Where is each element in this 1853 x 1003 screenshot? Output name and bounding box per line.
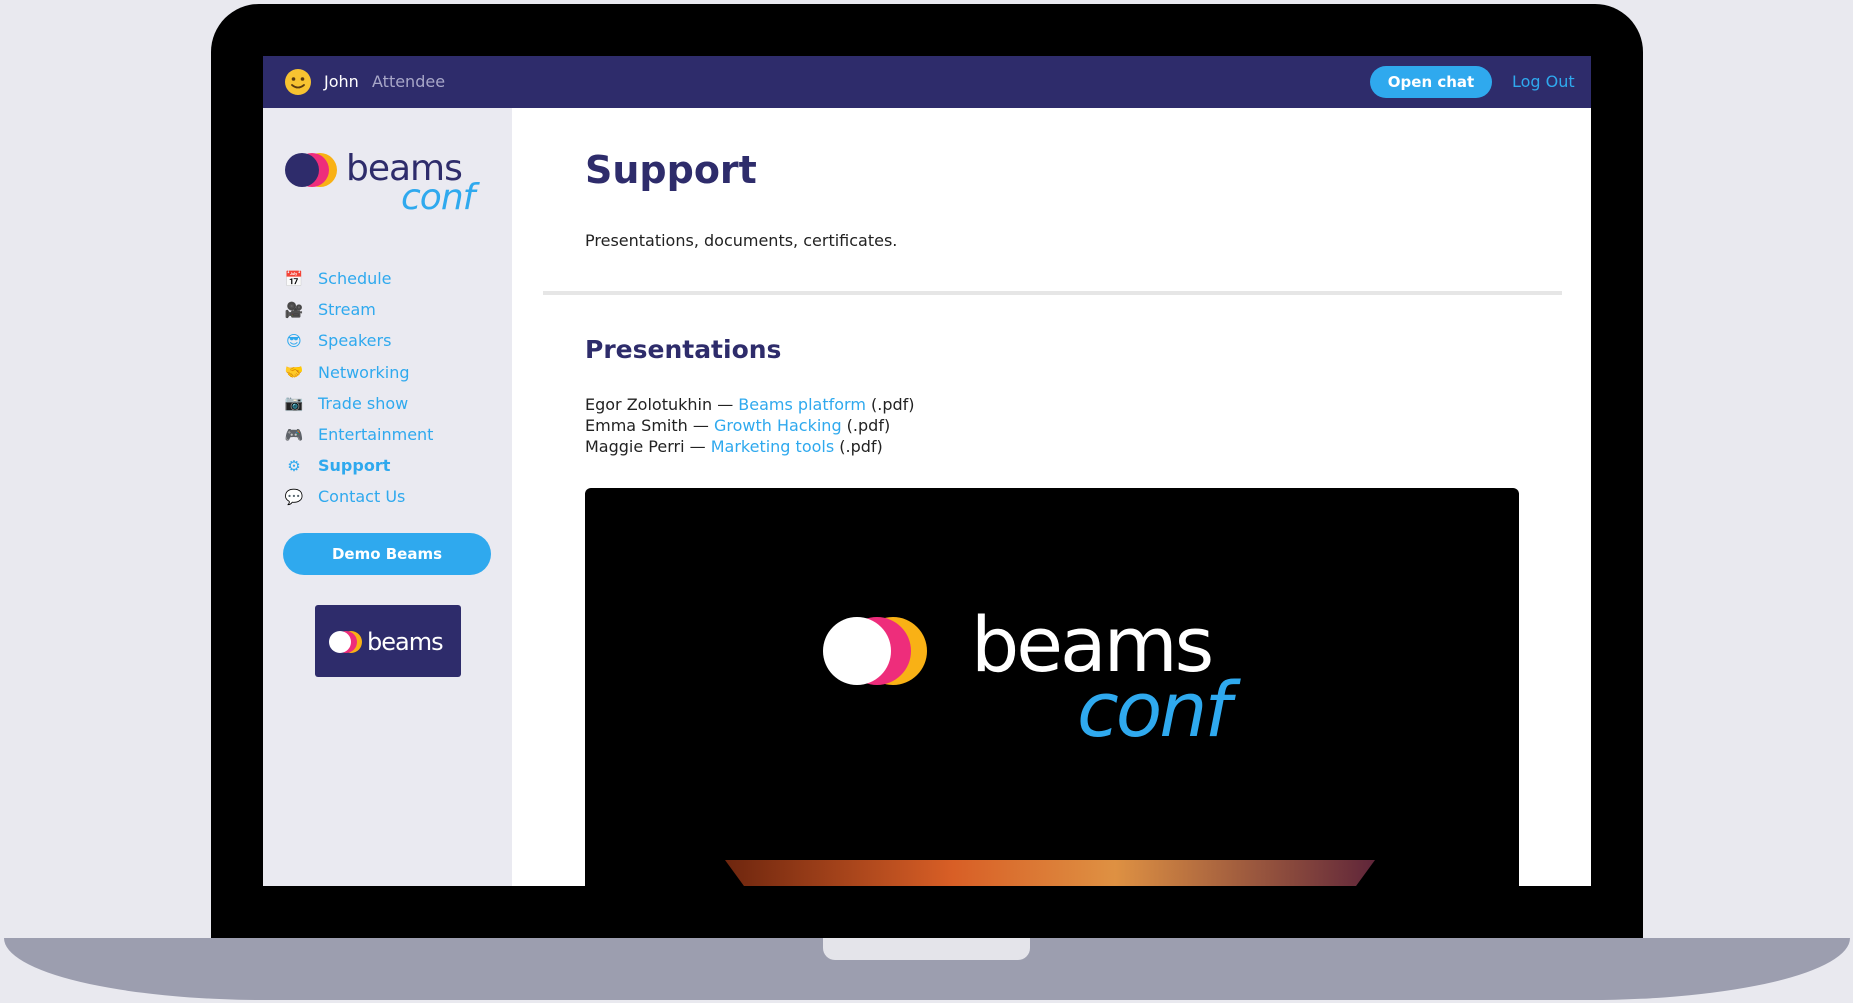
presentation-author: Emma Smith (585, 416, 688, 435)
sidebar-item-label: Entertainment (318, 425, 434, 445)
user-role: Attendee (372, 72, 446, 91)
sidebar-item-label: Contact Us (318, 487, 406, 507)
presentation-author: Egor Zolotukhin (585, 395, 713, 414)
video-camera-icon: 🎥 (284, 300, 304, 319)
sidebar: beams conf 📅 Schedule 🎥 Stream 😎 Speaker… (263, 108, 512, 886)
sidebar-item-label: Trade show (318, 393, 409, 413)
top-bar: John Attendee Open chat Log Out (263, 56, 1591, 108)
presentation-format: (.pdf) (841, 416, 891, 435)
list-item: Maggie Perri — Marketing tools (.pdf) (585, 436, 915, 457)
presentation-separator: — (712, 395, 739, 414)
video-logo-secondary: conf (1077, 665, 1241, 754)
video-frame: beams conf (725, 600, 1375, 886)
presentation-separator: — (687, 416, 714, 435)
handshake-icon: 🤝 (284, 363, 304, 382)
list-item: Egor Zolotukhin — Beams platform (.pdf) (585, 394, 915, 415)
logo-secondary-text: conf (401, 177, 481, 212)
sidebar-item-support[interactable]: ⚙ Support (283, 450, 433, 481)
demo-beams-button[interactable]: Demo Beams (283, 533, 491, 575)
open-chat-button[interactable]: Open chat (1370, 66, 1492, 98)
sidebar-item-contact-us[interactable]: 💬 Contact Us (283, 481, 433, 512)
main-content: Support Presentations, documents, certif… (512, 108, 1591, 886)
presentation-link[interactable]: Growth Hacking (714, 416, 842, 435)
sidebar-item-label: Speakers (318, 331, 392, 351)
beams-conf-logo[interactable]: beams conf (283, 146, 493, 212)
presentation-link[interactable]: Marketing tools (711, 437, 834, 456)
sidebar-item-schedule[interactable]: 📅 Schedule (283, 263, 433, 294)
gamepad-icon: 🎮 (284, 425, 304, 444)
presentations-heading: Presentations (585, 335, 782, 364)
sidebar-item-networking[interactable]: 🤝 Networking (283, 357, 433, 388)
gear-icon: ⚙ (287, 456, 301, 475)
sidebar-item-label: Support (318, 456, 391, 476)
sidebar-item-trade-show[interactable]: 📷 Trade show (283, 388, 433, 419)
speech-bubble-icon: 💬 (284, 487, 304, 506)
video-glow-strip (725, 860, 1375, 886)
sidebar-item-label: Schedule (318, 269, 392, 289)
app-screen: John Attendee Open chat Log Out beams co… (263, 56, 1591, 886)
list-item: Emma Smith — Growth Hacking (.pdf) (585, 415, 915, 436)
badge-text: beams (367, 628, 443, 656)
camera-icon: 📷 (284, 394, 304, 413)
beams-badge-logo: beams (329, 628, 444, 656)
presentation-author: Maggie Perri (585, 437, 685, 456)
beams-brand-badge[interactable]: beams (315, 605, 461, 677)
sidebar-item-speakers[interactable]: 😎 Speakers (283, 325, 433, 356)
sunglasses-face-icon: 😎 (286, 331, 302, 350)
sidebar-item-entertainment[interactable]: 🎮 Entertainment (283, 419, 434, 450)
page-title: Support (585, 148, 757, 192)
logout-link[interactable]: Log Out (1512, 72, 1575, 91)
presentation-video-player[interactable]: beams conf (585, 488, 1519, 886)
user-name: John (324, 72, 359, 91)
presentation-format: (.pdf) (865, 395, 915, 414)
sidebar-item-label: Stream (318, 300, 376, 320)
laptop-notch (823, 938, 1030, 960)
presentations-list: Egor Zolotukhin — Beams platform (.pdf) … (585, 394, 915, 457)
sidebar-nav: 📅 Schedule 🎥 Stream 😎 Speakers 🤝 Network… (283, 263, 434, 513)
presentation-link[interactable]: Beams platform (738, 395, 866, 414)
calendar-icon: 📅 (284, 269, 304, 288)
presentation-format: (.pdf) (834, 437, 883, 456)
sidebar-item-stream[interactable]: 🎥 Stream (283, 294, 433, 325)
presentation-separator: — (684, 437, 711, 456)
page-description: Presentations, documents, certificates. (585, 231, 898, 250)
sidebar-item-label: Networking (318, 362, 410, 382)
section-divider (543, 291, 1562, 295)
smiley-avatar-icon (285, 69, 311, 95)
